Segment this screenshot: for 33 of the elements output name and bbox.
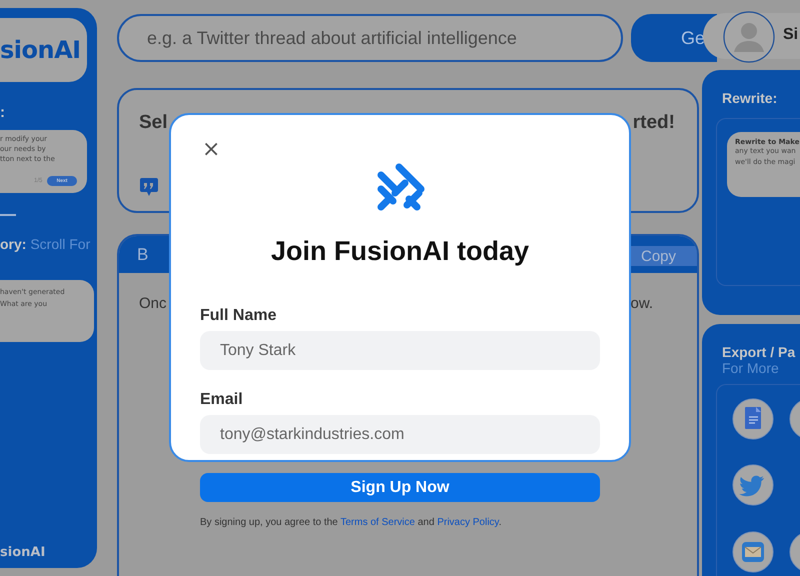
card-title: rted! <box>632 112 675 134</box>
search-field[interactable]: e.g. a Twitter thread about artificial intelligence <box>117 14 623 62</box>
field-label: Full Name <box>200 306 278 326</box>
history-hint: Scroll For <box>30 236 90 252</box>
document-icon[interactable] <box>732 398 774 440</box>
tips-heading: : <box>0 104 6 122</box>
card-title: Sel <box>139 112 168 134</box>
output-text: ow. <box>630 295 653 312</box>
terms-link[interactable]: Privacy Policy <box>437 517 499 528</box>
bird-icon[interactable] <box>732 464 774 506</box>
logo-text: sionAI <box>0 35 82 64</box>
mail-icon[interactable] <box>732 530 774 573</box>
generate-button[interactable]: Ge <box>631 14 717 62</box>
footer-logo: sionAI <box>0 545 46 560</box>
panel-heading: Rewrite: <box>722 90 778 106</box>
history-label: ory: <box>0 236 26 252</box>
modal-title: Join FusionAI today <box>270 235 530 268</box>
panel-heading: Export / Pa <box>722 344 796 360</box>
close-button[interactable]: × <box>200 140 222 160</box>
logo-icon <box>375 163 425 213</box>
output-text: Onc <box>139 295 167 312</box>
quote-icon <box>139 177 159 197</box>
profile-name: Si <box>783 26 798 44</box>
avatar-icon <box>723 11 775 63</box>
field-label: Email <box>200 390 244 410</box>
sign-up-button[interactable]: Sign Up Now <box>200 473 600 502</box>
panel-subheading: For More <box>722 360 780 376</box>
email-field[interactable]: tony@starkindustries.com <box>200 415 600 454</box>
terms-text: By signing up, you agree to the Terms of Service and Privacy Policy. <box>200 517 502 528</box>
copy-button[interactable]: Copy <box>631 246 697 266</box>
terms-link[interactable]: Terms of Service <box>340 517 415 528</box>
output-label: B <box>137 244 148 264</box>
name-field[interactable]: Tony Stark <box>200 331 600 370</box>
